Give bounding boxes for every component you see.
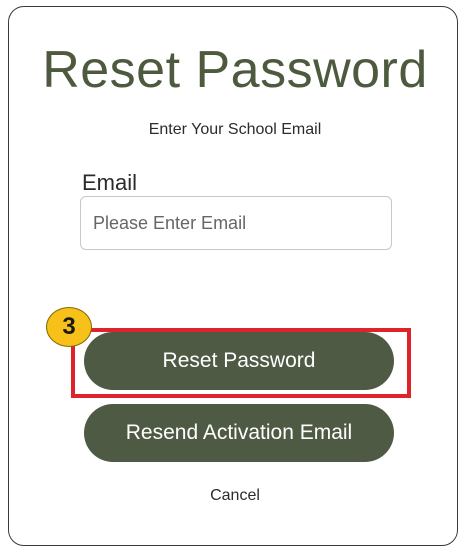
email-label: Email: [82, 170, 138, 195]
email-field[interactable]: [80, 196, 392, 250]
page-subtitle: Enter Your School Email: [148, 121, 322, 138]
page-title: Reset Password: [42, 41, 428, 99]
resend-activation-email-button[interactable]: Resend Activation Email: [84, 404, 394, 462]
reset-password-button[interactable]: Reset Password: [84, 332, 394, 390]
step-number-badge: 3: [46, 307, 92, 347]
cancel-link[interactable]: Cancel: [0, 487, 470, 505]
